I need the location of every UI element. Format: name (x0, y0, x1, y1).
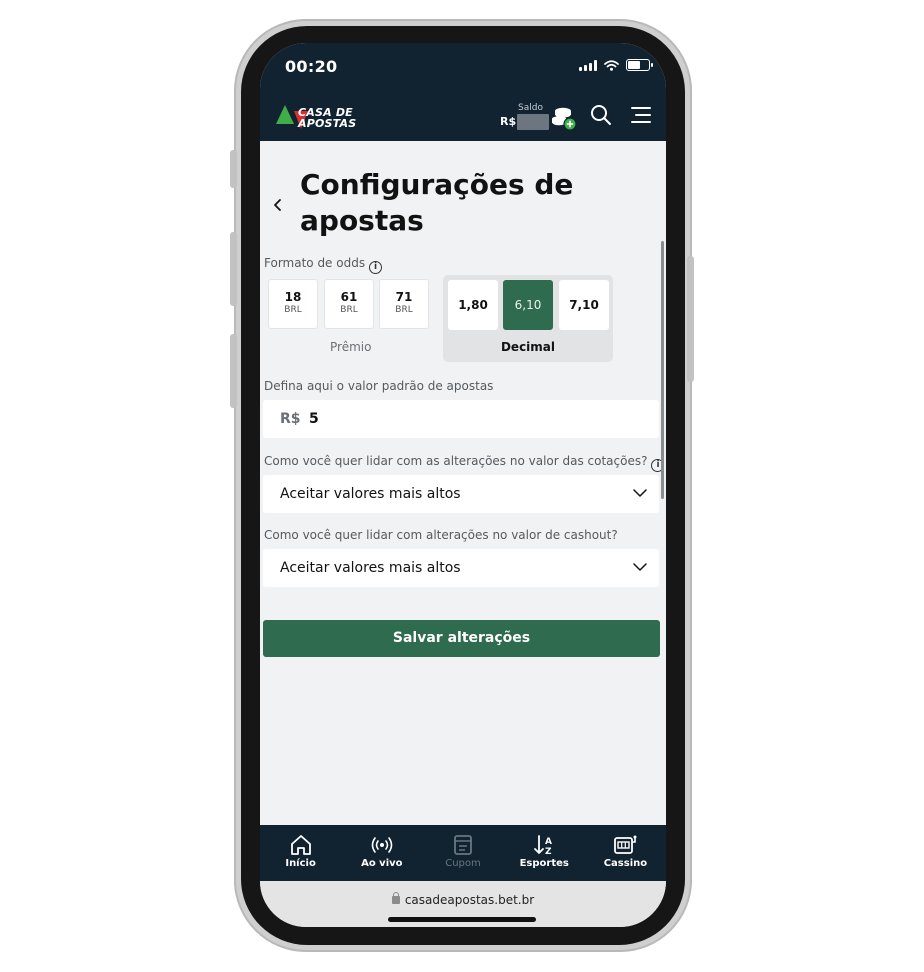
premio-caption: Prêmio (330, 340, 372, 354)
premio-option-2[interactable]: 61 BRL (324, 279, 374, 329)
save-changes-button[interactable]: Salvar alterações (263, 620, 660, 657)
search-icon[interactable] (590, 104, 612, 126)
currency-prefix: R$ (280, 411, 301, 427)
back-chevron-icon[interactable] (272, 198, 284, 212)
premio-option-currency: BRL (395, 305, 413, 315)
decimal-caption: Decimal (500, 340, 556, 354)
premio-option-1[interactable]: 18 BRL (268, 279, 318, 329)
default-stake-input[interactable]: R$ 5 (263, 400, 659, 438)
page-title: Configurações de apostas (300, 168, 574, 237)
odds-change-label: Como você quer lidar com as alterações n… (264, 454, 665, 472)
browser-url[interactable]: casadeapostas.bet.br (260, 892, 666, 907)
premio-option-value: 18 (284, 290, 302, 304)
decimal-option-2-selected[interactable]: 6,10 (503, 280, 553, 330)
default-stake-value: 5 (309, 411, 319, 427)
nav-item-cassino[interactable]: Cassino (585, 825, 666, 881)
odds-format-label: Formato de odds i (264, 256, 383, 274)
lock-icon (391, 892, 400, 904)
chevron-down-icon (633, 563, 647, 571)
url-text: casadeapostas.bet.br (404, 893, 535, 907)
home-icon (290, 835, 311, 855)
phone-power-button (687, 256, 694, 382)
odds-change-label-text: Como você quer lidar com as alterações n… (264, 454, 648, 468)
balance-amount-hidden[interactable] (517, 114, 549, 130)
nav-label: Cassino (603, 858, 648, 869)
odds-change-selected-value: Aceitar valores mais altos (280, 486, 461, 502)
cashout-change-selected-value: Aceitar valores mais altos (280, 560, 461, 576)
info-icon[interactable]: i (369, 261, 383, 274)
nav-label: Cupom (445, 858, 481, 869)
premio-option-value: 71 (395, 290, 413, 304)
nav-label: Ao vivo (361, 858, 403, 869)
settings-page: Configurações de apostas Formato de odds… (260, 141, 666, 825)
nav-item-inicio[interactable]: Início (260, 825, 341, 881)
deposit-coins-icon[interactable] (550, 105, 578, 131)
premio-option-currency: BRL (284, 305, 302, 315)
status-icons (579, 59, 653, 71)
decimal-format-group: 1,80 6,10 7,10 Decimal (443, 275, 613, 362)
decimal-option-3[interactable]: 7,10 (559, 280, 609, 330)
chevron-down-icon (633, 489, 647, 497)
cashout-change-label: Como você quer lidar com alterações no v… (264, 528, 618, 542)
cashout-change-select[interactable]: Aceitar valores mais altos (263, 549, 659, 587)
browser-url-bar[interactable]: casadeapostas.bet.br (260, 881, 666, 927)
live-broadcast-icon (371, 837, 393, 853)
premio-option-value: 61 (340, 290, 358, 304)
phone-screen: 00:20 CASA DE APOSTAS Saldo R$ Configura… (260, 43, 666, 927)
page-scrollbar[interactable] (661, 241, 664, 499)
home-indicator[interactable] (388, 917, 536, 922)
status-time: 00:20 (285, 57, 338, 76)
phone-silent-switch (230, 150, 237, 188)
slot-machine-icon (614, 835, 637, 854)
app-header: 00:20 CASA DE APOSTAS Saldo R$ (260, 43, 666, 141)
decimal-option-1[interactable]: 1,80 (448, 280, 498, 330)
svg-text:Z: Z (545, 847, 552, 856)
nav-item-cupom[interactable]: Cupom (422, 825, 503, 881)
default-stake-label: Defina aqui o valor padrão de apostas (264, 379, 494, 393)
battery-icon (626, 59, 653, 71)
odds-format-label-text: Formato de odds (264, 256, 366, 270)
signal-icon (579, 59, 597, 71)
coupon-icon (454, 835, 472, 855)
hamburger-menu-icon[interactable] (630, 105, 652, 125)
nav-item-ao-vivo[interactable]: Ao vivo (341, 825, 422, 881)
premio-option-currency: BRL (340, 305, 358, 315)
logo-wordmark[interactable]: CASA DE APOSTAS (298, 107, 356, 129)
bottom-navigation: Início Ao vivo Cupom A Z Esportes Cassin… (260, 825, 666, 881)
phone-volume-down (230, 334, 237, 408)
premio-option-3[interactable]: 71 BRL (379, 279, 429, 329)
phone-volume-up (230, 232, 237, 306)
balance-currency: R$ (500, 115, 517, 128)
logo-line-2: APOSTAS (298, 117, 357, 130)
odds-change-select[interactable]: Aceitar valores mais altos (263, 475, 659, 513)
nav-item-esportes[interactable]: A Z Esportes (504, 825, 585, 881)
svg-text:A: A (545, 837, 552, 847)
sort-az-icon: A Z (534, 835, 552, 856)
balance-label: Saldo (518, 103, 543, 113)
nav-label: Esportes (519, 858, 569, 869)
nav-label: Início (285, 858, 316, 869)
wifi-icon (604, 59, 619, 71)
